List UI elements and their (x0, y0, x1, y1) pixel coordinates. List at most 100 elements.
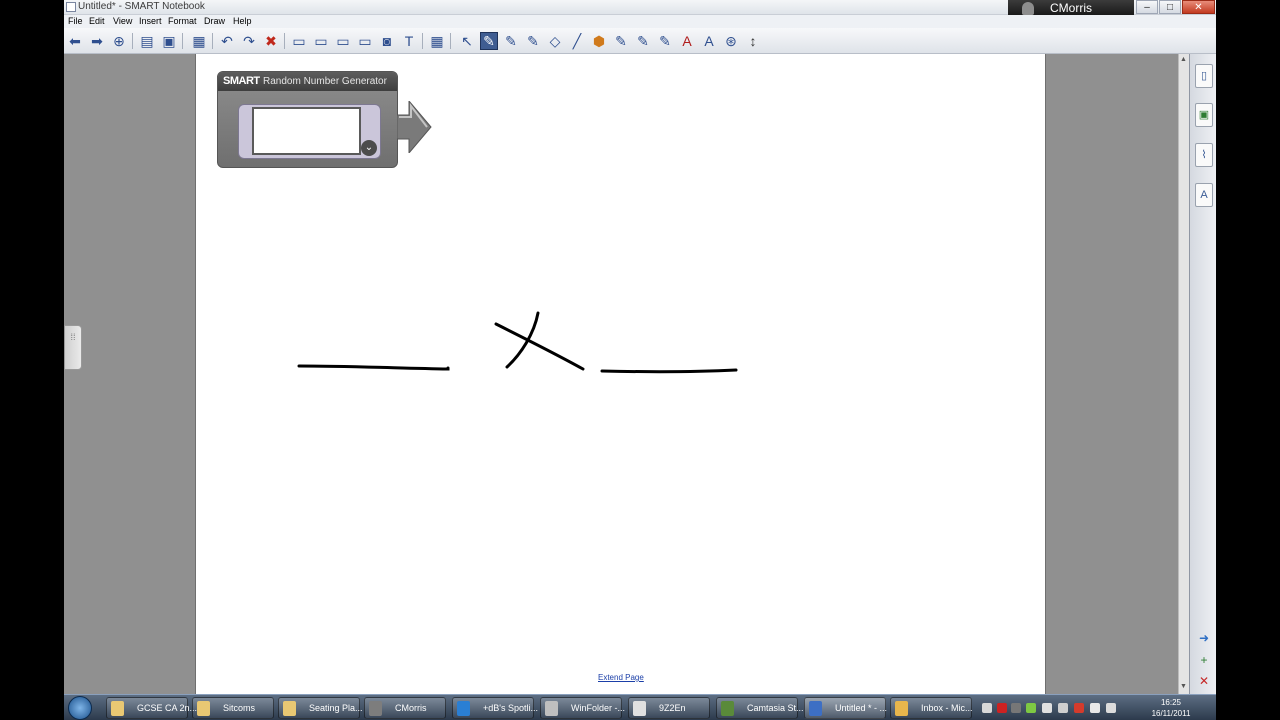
gallery-tab-icon[interactable]: ▣ (1195, 103, 1213, 127)
left-panel-handle[interactable]: ⁞⁞ (64, 325, 82, 370)
menu-help[interactable]: Help (233, 16, 252, 26)
menu-file[interactable]: File (68, 16, 83, 26)
search-tray-icon[interactable] (982, 703, 992, 713)
menu-view[interactable]: View (113, 16, 132, 26)
tray-icon[interactable] (1058, 703, 1068, 713)
toolbar-separator (422, 33, 423, 49)
zoom-icon[interactable]: ⊛ (722, 32, 740, 50)
minimize-button[interactable]: – (1136, 0, 1158, 14)
volume-tray-icon[interactable] (1106, 703, 1116, 713)
next-page-icon[interactable]: ➡ (88, 32, 106, 50)
select-icon[interactable]: ↖ (458, 32, 476, 50)
taskbar-item-label: Inbox - Mic... (921, 703, 973, 713)
tray-icon[interactable] (1011, 703, 1021, 713)
taskbar-item[interactable]: Sitcoms (192, 697, 274, 719)
taskbar-item[interactable]: GCSE CA 2n... (106, 697, 197, 719)
toolbar-separator (132, 33, 133, 49)
paste-icon[interactable]: ▦ (190, 32, 208, 50)
folder-icon (111, 701, 124, 716)
vertical-scrollbar[interactable]: ▲ ▼ (1178, 54, 1189, 694)
scroll-down-icon[interactable]: ▼ (1180, 683, 1187, 690)
outlook-icon (895, 701, 908, 716)
user-folder-icon (369, 701, 382, 716)
maximize-button[interactable]: □ (1159, 0, 1181, 14)
taskbar-item-active[interactable]: Untitled * - ... (804, 697, 887, 719)
taskbar-item[interactable]: +dB's Spotli... (452, 697, 538, 719)
menu-format[interactable]: Format (168, 16, 197, 26)
toolbar-separator (182, 33, 183, 49)
taskbar-item-label: +dB's Spotli... (483, 703, 538, 713)
redo-icon[interactable]: ↷ (240, 32, 258, 50)
properties-icon[interactable]: A (700, 32, 718, 50)
menu-edit[interactable]: Edit (89, 16, 105, 26)
random-number-generator-widget[interactable]: SMART Random Number Generator ⌄ (217, 71, 398, 168)
close-window-button[interactable]: ✕ (1182, 0, 1215, 14)
menu-draw[interactable]: Draw (204, 16, 225, 26)
clock-time: 16:25 (1160, 698, 1182, 707)
network-tray-icon[interactable] (1090, 703, 1100, 713)
record-tray-icon[interactable] (997, 703, 1007, 713)
folder-icon (197, 701, 210, 716)
tray-icon[interactable] (1042, 703, 1052, 713)
auto-hide-icon[interactable]: ➜ (1196, 631, 1212, 645)
taskbar-item[interactable]: WinFolder -... (540, 697, 625, 719)
system-clock[interactable]: 16:25 16/11/2011 (1150, 697, 1192, 719)
shape-recognition-pen-icon[interactable]: ✎ (656, 32, 674, 50)
attachments-tab-icon[interactable]: ⌇ (1195, 143, 1213, 167)
eraser-icon[interactable]: ◇ (546, 32, 564, 50)
open-file-icon[interactable]: ▤ (138, 32, 156, 50)
creative-pen-icon[interactable]: ✎ (502, 32, 520, 50)
taskbar-item[interactable]: Camtasia St... (716, 697, 804, 719)
properties-tab-icon[interactable]: A (1195, 183, 1213, 207)
move-toolbar-icon[interactable]: ↕ (744, 32, 762, 50)
expand-options-icon[interactable]: ⌄ (361, 140, 377, 156)
smart-notebook-icon (809, 701, 822, 716)
scroll-up-icon[interactable]: ▲ (1180, 56, 1187, 63)
taskbar-item-label: 9Z2En (659, 703, 686, 713)
random-number-display[interactable] (252, 107, 361, 155)
menu-bar: File Edit View Insert Format Draw Help (64, 15, 1216, 28)
pen-icon[interactable]: ✎ (480, 32, 498, 50)
undo-icon[interactable]: ↶ (218, 32, 236, 50)
full-screen-icon[interactable]: ▭ (312, 32, 330, 50)
generate-arrow-icon[interactable] (397, 101, 433, 153)
previous-page-icon[interactable]: ⬅ (66, 32, 84, 50)
menu-insert[interactable]: Insert (139, 16, 162, 26)
camtasia-icon (721, 701, 734, 716)
extend-page-link[interactable]: Extend Page (598, 673, 644, 682)
shield-tray-icon[interactable] (1026, 703, 1036, 713)
dual-page-icon[interactable]: ▭ (356, 32, 374, 50)
text-icon[interactable]: A (678, 32, 696, 50)
line-icon[interactable]: ╱ (568, 32, 586, 50)
internet-explorer-icon (457, 701, 470, 716)
folder-icon (283, 701, 296, 716)
save-icon[interactable]: ▣ (160, 32, 178, 50)
smart-logo: SMART (223, 75, 260, 87)
add-tab-icon[interactable]: + (1196, 653, 1212, 667)
screen-capture-icon[interactable]: ◙ (378, 32, 396, 50)
antivirus-tray-icon[interactable] (1074, 703, 1084, 713)
highlighter-icon[interactable]: ✎ (524, 32, 542, 50)
taskbar-item[interactable]: 9Z2En (628, 697, 710, 719)
delete-icon[interactable]: ✖ (262, 32, 280, 50)
page-sorter-tab-icon[interactable]: ▯ (1195, 64, 1213, 88)
fill-icon[interactable]: ✎ (634, 32, 652, 50)
insert-table-icon[interactable]: ▦ (428, 32, 446, 50)
magic-pen-icon[interactable]: ✎ (612, 32, 630, 50)
clock-date: 16/11/2011 (1151, 709, 1191, 718)
screen-shade-icon[interactable]: ▭ (290, 32, 308, 50)
document-camera-icon[interactable]: T (400, 32, 418, 50)
transparent-background-icon[interactable]: ▭ (334, 32, 352, 50)
window-title: Untitled* - SMART Notebook (78, 1, 205, 12)
register-icon (633, 701, 646, 716)
taskbar-item[interactable]: Inbox - Mic... (890, 697, 973, 719)
shapes-icon[interactable]: ⬢ (590, 32, 608, 50)
app-icon (66, 2, 76, 12)
start-button[interactable] (68, 696, 92, 720)
close-tab-icon[interactable]: ✕ (1196, 674, 1212, 688)
add-page-icon[interactable]: ⊕ (110, 32, 128, 50)
taskbar-item[interactable]: Seating Pla... (278, 697, 363, 719)
ink-stroke-left-blank (297, 364, 450, 371)
taskbar-item[interactable]: CMorris (364, 697, 446, 719)
application-icon (545, 701, 558, 716)
